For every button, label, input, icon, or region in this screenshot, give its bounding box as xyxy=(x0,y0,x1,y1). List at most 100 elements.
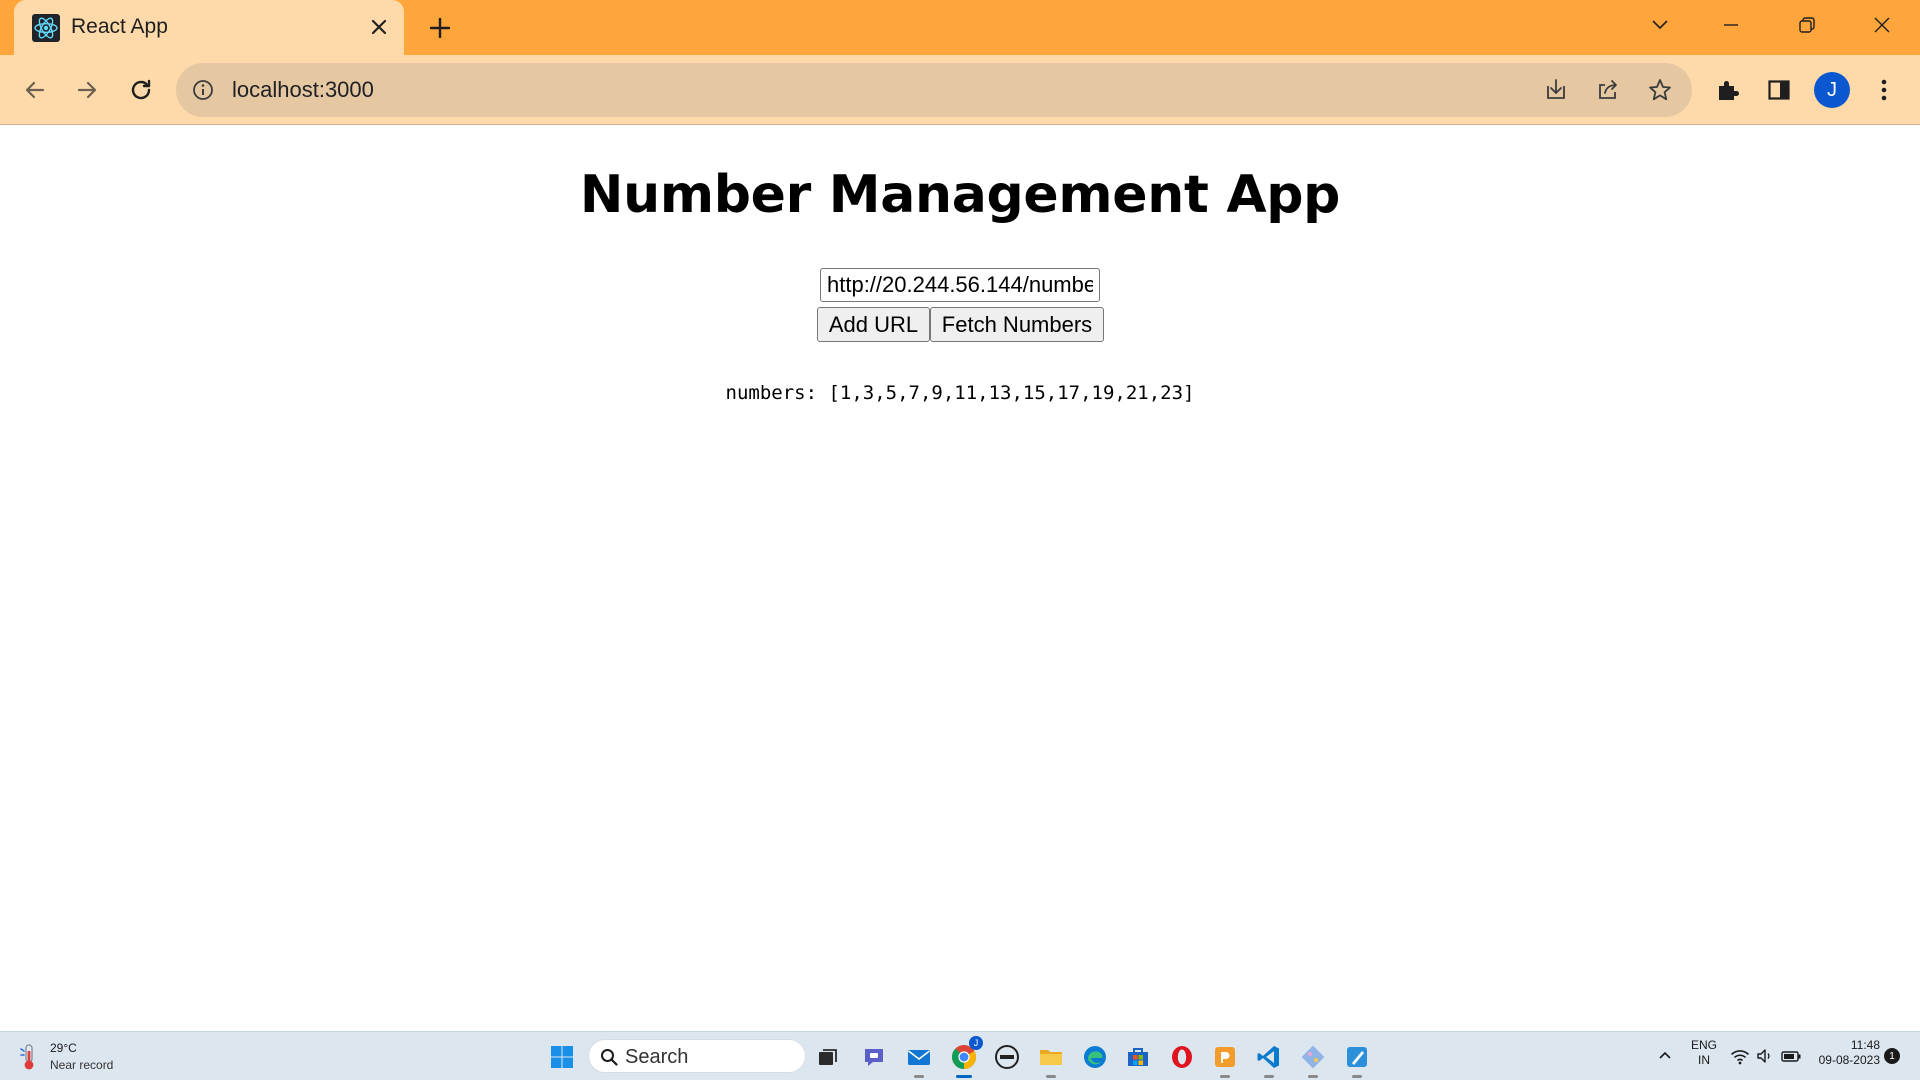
language-indicator[interactable]: ENG IN xyxy=(1690,1038,1718,1068)
info-icon xyxy=(193,80,213,100)
side-panel-icon xyxy=(1768,80,1790,100)
page-title: Number Management App xyxy=(579,165,1341,225)
browser-tab[interactable]: React App xyxy=(14,0,404,55)
chat-icon xyxy=(865,1049,883,1066)
vscode-icon xyxy=(1257,1046,1279,1068)
numbers-output: numbers: [1,3,5,7,9,11,13,15,17,19,21,23… xyxy=(725,382,1195,404)
address-bar[interactable]: localhost:3000 xyxy=(176,63,1692,117)
profile-avatar[interactable]: J xyxy=(1814,72,1850,108)
task-view-icon xyxy=(819,1049,837,1065)
close-icon xyxy=(1874,17,1890,33)
task-view-button[interactable] xyxy=(811,1040,845,1074)
clock[interactable]: 11:48 09-08-2023 xyxy=(1808,1038,1880,1068)
edge-icon xyxy=(1084,1046,1106,1068)
running-indicator xyxy=(1046,1075,1056,1078)
address-text: localhost:3000 xyxy=(232,77,374,102)
close-window-button[interactable] xyxy=(1852,8,1912,42)
mail-button[interactable] xyxy=(902,1040,936,1078)
opera-icon xyxy=(1172,1046,1192,1068)
side-panel-button[interactable] xyxy=(1761,72,1797,108)
taskbar-search-label: Search xyxy=(625,1046,689,1068)
tab-search-button[interactable] xyxy=(1630,8,1690,42)
wifi-icon xyxy=(1731,1050,1749,1065)
restore-icon xyxy=(1799,17,1815,33)
language-code: ENG xyxy=(1690,1038,1717,1052)
store-button[interactable] xyxy=(1121,1040,1155,1074)
site-info-button[interactable] xyxy=(191,78,215,102)
vscode-button[interactable] xyxy=(1252,1040,1286,1078)
region-code: IN xyxy=(1698,1053,1710,1067)
share-button[interactable] xyxy=(1594,76,1622,104)
new-tab-button[interactable] xyxy=(425,13,455,43)
fetch-numbers-button[interactable]: Fetch Numbers xyxy=(930,307,1104,342)
tab-close-button[interactable] xyxy=(366,14,392,40)
add-url-button[interactable]: Add URL xyxy=(817,307,930,342)
reload-button[interactable] xyxy=(123,72,159,108)
presentation-icon xyxy=(1215,1047,1235,1067)
minimize-icon xyxy=(1724,24,1738,26)
browser-menu-button[interactable] xyxy=(1866,72,1902,108)
tab-title: React App xyxy=(71,15,168,38)
weather-description: Near record xyxy=(50,1058,114,1072)
mail-icon xyxy=(908,1050,930,1065)
install-icon xyxy=(1547,79,1565,99)
tab-strip: React App xyxy=(0,0,1920,55)
quick-settings-button[interactable] xyxy=(1728,1046,1804,1068)
weather-temperature: 29°C xyxy=(50,1041,77,1055)
clock-time: 11:48 xyxy=(1850,1038,1880,1052)
share-icon xyxy=(1599,80,1617,99)
store-icon xyxy=(1128,1048,1148,1066)
dell-button[interactable] xyxy=(990,1040,1024,1074)
thermometer-icon xyxy=(20,1044,34,1070)
teams-chat-button[interactable] xyxy=(857,1040,891,1074)
search-icon xyxy=(601,1049,618,1066)
chevron-down-icon xyxy=(1652,20,1668,30)
show-hidden-icons-button[interactable] xyxy=(1654,1044,1676,1066)
chrome-profile-badge: J xyxy=(969,1036,983,1050)
running-indicator xyxy=(1264,1075,1274,1078)
close-icon xyxy=(371,19,387,35)
forward-button[interactable] xyxy=(69,72,105,108)
kebab-menu-icon xyxy=(1881,79,1887,101)
url-input[interactable] xyxy=(820,268,1100,302)
notification-badge[interactable]: 1 xyxy=(1884,1048,1900,1064)
dell-logo-icon xyxy=(995,1045,1019,1069)
restore-button[interactable] xyxy=(1777,8,1837,42)
arrow-left-icon xyxy=(25,81,45,99)
running-indicator xyxy=(914,1075,924,1078)
paint-icon xyxy=(1347,1047,1367,1067)
minimize-button[interactable] xyxy=(1701,8,1761,42)
taskbar: 29°C Near record Search J ENG IN 11:48 0… xyxy=(0,1031,1920,1080)
file-explorer-button[interactable] xyxy=(1034,1040,1068,1078)
arrow-right-icon xyxy=(77,81,97,99)
powerpoint-button[interactable] xyxy=(1208,1040,1242,1078)
taskbar-search-box[interactable]: Search xyxy=(588,1039,806,1073)
chrome-taskbar-button[interactable]: J xyxy=(947,1036,983,1078)
git-button[interactable] xyxy=(1296,1040,1330,1078)
paint-button[interactable] xyxy=(1340,1040,1374,1078)
bookmark-button[interactable] xyxy=(1646,76,1674,104)
clock-date: 09-08-2023 xyxy=(1818,1053,1880,1067)
running-indicator xyxy=(1220,1075,1230,1078)
browser-chrome: React App localhost:3000 J xyxy=(0,0,1920,125)
puzzle-icon xyxy=(1719,81,1739,100)
back-button[interactable] xyxy=(17,72,53,108)
extensions-button[interactable] xyxy=(1710,72,1746,108)
folder-icon xyxy=(1040,1050,1062,1065)
chevron-up-icon xyxy=(1659,1051,1671,1059)
page-viewport: Number Management App Add URL Fetch Numb… xyxy=(0,125,1920,1031)
reload-icon xyxy=(131,79,151,100)
running-indicator xyxy=(1352,1075,1362,1078)
install-app-button[interactable] xyxy=(1542,76,1570,104)
volume-icon xyxy=(1757,1049,1770,1063)
running-indicator xyxy=(1308,1075,1318,1078)
git-icon xyxy=(1301,1045,1325,1069)
windows-logo-icon xyxy=(551,1046,573,1068)
plus-icon xyxy=(429,17,451,39)
start-button[interactable] xyxy=(545,1040,579,1074)
battery-icon xyxy=(1781,1051,1801,1062)
react-logo-icon xyxy=(32,14,60,42)
edge-button[interactable] xyxy=(1078,1040,1112,1074)
star-icon xyxy=(1649,79,1671,101)
opera-button[interactable] xyxy=(1165,1040,1199,1074)
